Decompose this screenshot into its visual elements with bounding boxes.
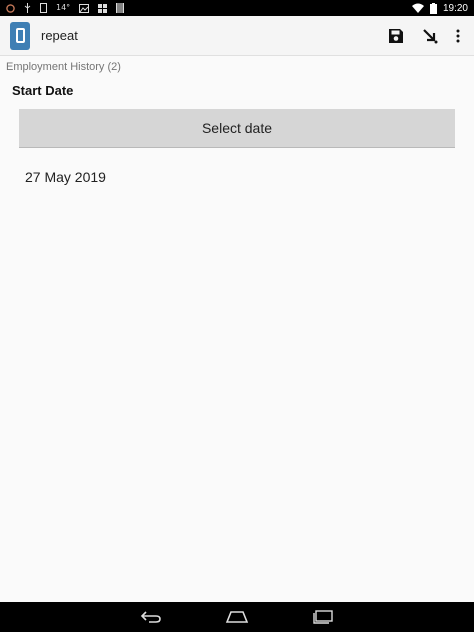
wifi-icon xyxy=(411,3,424,13)
recent-apps-icon[interactable] xyxy=(308,605,338,629)
battery-icon xyxy=(429,2,437,14)
usb-icon xyxy=(24,3,31,13)
app-bar: repeat xyxy=(0,16,474,56)
go-to-icon[interactable] xyxy=(422,28,438,44)
temperature-icon: 14° xyxy=(56,3,71,12)
status-notifications: 14° xyxy=(6,3,125,13)
app-title: repeat xyxy=(41,28,78,43)
field-label-start-date: Start Date xyxy=(12,83,74,98)
form-content: Employment History (2) Start Date Select… xyxy=(0,57,474,602)
nav-bar xyxy=(0,602,474,632)
storage-icon xyxy=(116,3,125,13)
status-system: 19:20 xyxy=(411,2,468,14)
save-icon[interactable] xyxy=(388,28,404,44)
back-icon[interactable] xyxy=(136,605,166,629)
app-actions xyxy=(388,28,464,44)
status-time: 19:20 xyxy=(442,2,468,14)
app-logo-icon xyxy=(10,21,30,50)
messenger-icon xyxy=(6,3,15,13)
select-date-button[interactable]: Select date xyxy=(19,109,455,148)
date-value: 27 May 2019 xyxy=(25,169,106,185)
status-bar: 14° 19:20 xyxy=(0,0,474,16)
overflow-menu-icon[interactable] xyxy=(456,29,460,43)
sim-icon xyxy=(40,3,47,13)
home-icon[interactable] xyxy=(222,605,252,629)
image-icon xyxy=(79,3,90,13)
breadcrumb: Employment History (2) xyxy=(6,61,121,73)
grid-icon xyxy=(98,3,108,13)
